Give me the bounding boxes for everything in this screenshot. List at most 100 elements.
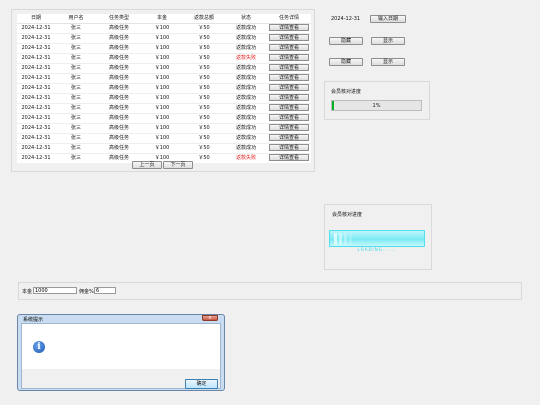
system-dialog: 系统提示 x i 确定 (17, 314, 225, 391)
view-details-button[interactable]: 详情查看 (269, 134, 309, 141)
table-cell: 返款成功 (225, 143, 267, 154)
table-cell: ￥100 (141, 43, 183, 54)
table-cell: ￥50 (183, 83, 225, 94)
table-cell: ￥50 (183, 123, 225, 134)
view-details-button[interactable]: 详情查看 (269, 34, 309, 41)
table-cell: ￥50 (183, 53, 225, 64)
view-details-button[interactable]: 详情查看 (269, 124, 309, 131)
column-header: 本金 (141, 14, 183, 24)
table-cell: 高级任务 (97, 113, 141, 124)
hide-button-2[interactable]: 隐藏 (329, 58, 363, 66)
table-cell: 返款成功 (225, 43, 267, 54)
table-cell: 2024-12-31 (17, 123, 55, 134)
info-icon: i (33, 341, 45, 353)
detail-cell: 详情查看 (267, 43, 311, 54)
detail-cell: 详情查看 (267, 93, 311, 104)
ok-button[interactable]: 确定 (185, 379, 218, 389)
table-cell: ￥100 (141, 23, 183, 34)
table-body: 2024-12-31 张三 高级任务 ￥100 ￥50 返款成功 详情查看 2024-12-3… (17, 23, 311, 163)
table-cell: 返款成功 (225, 73, 267, 84)
table-cell: 返款成功 (225, 113, 267, 124)
table-cell: 2024-12-31 (17, 53, 55, 64)
table-cell: ￥50 (183, 113, 225, 124)
rate-input[interactable] (94, 287, 116, 294)
detail-cell: 详情查看 (267, 153, 311, 163)
rate-label: 佣金% (79, 289, 94, 295)
table-row: 2024-12-31 张三 高级任务 ￥100 ￥50 返款成功 详情查看 (17, 33, 311, 44)
table-cell: ￥50 (183, 23, 225, 34)
table-cell: 返款成功 (225, 133, 267, 144)
table-cell: 张三 (55, 63, 97, 74)
table-cell: ￥100 (141, 93, 183, 104)
table-cell: 张三 (55, 83, 97, 94)
column-header: 任务详情 (267, 14, 311, 24)
view-details-button[interactable]: 详情查看 (269, 24, 309, 31)
table-row: 2024-12-31 张三 高级任务 ￥100 ￥50 返款成功 详情查看 (17, 83, 311, 94)
detail-cell: 详情查看 (267, 133, 311, 144)
calc-panel: 本金 佣金% (18, 282, 522, 300)
table-cell: ￥100 (141, 103, 183, 114)
input-date-button[interactable]: 输入日期 (370, 15, 406, 23)
column-header: 返款总额 (183, 14, 225, 24)
table-cell: 高级任务 (97, 73, 141, 84)
view-details-button[interactable]: 详情查看 (269, 74, 309, 81)
view-details-button[interactable]: 详情查看 (269, 154, 309, 161)
table-cell: ￥50 (183, 43, 225, 54)
table-cell: ￥100 (141, 63, 183, 74)
view-details-button[interactable]: 详情查看 (269, 104, 309, 111)
progress-bar: 1% (331, 100, 422, 111)
view-details-button[interactable]: 详情查看 (269, 94, 309, 101)
table-cell: 张三 (55, 103, 97, 114)
detail-cell: 详情查看 (267, 23, 311, 34)
table-cell: ￥50 (183, 33, 225, 44)
table-cell: 高级任务 (97, 133, 141, 144)
principal-input[interactable] (33, 287, 77, 294)
column-header: 用户名 (55, 14, 97, 24)
table-cell: 高级任务 (97, 43, 141, 54)
show-button-1[interactable]: 显示 (371, 37, 405, 45)
table-row: 2024-12-31 张三 高级任务 ￥100 ￥50 返款成功 详情查看 (17, 23, 311, 34)
progress-title: 会员核对进度 (331, 89, 362, 95)
table-row: 2024-12-31 张三 高级任务 ￥100 ￥50 返款成功 详情查看 (17, 103, 311, 114)
table-row: 2024-12-31 张三 高级任务 ￥100 ￥50 返款成功 详情查看 (17, 73, 311, 84)
column-header: 任务类型 (97, 14, 141, 24)
table-cell: 张三 (55, 113, 97, 124)
table-cell: 2024-12-31 (17, 93, 55, 104)
table-cell: 高级任务 (97, 103, 141, 114)
table-row: 2024-12-31 张三 高级任务 ￥100 ￥50 返款成功 详情查看 (17, 133, 311, 144)
view-details-button[interactable]: 详情查看 (269, 64, 309, 71)
table-cell: ￥100 (141, 53, 183, 64)
show-button-2[interactable]: 显示 (371, 58, 405, 66)
view-details-button[interactable]: 详情查看 (269, 144, 309, 151)
table-cell: 返款失败 (225, 53, 267, 64)
detail-cell: 详情查看 (267, 53, 311, 64)
detail-cell: 详情查看 (267, 103, 311, 114)
table-row: 2024-12-31 张三 高级任务 ￥100 ￥50 返款失败 详情查看 (17, 53, 311, 64)
view-details-button[interactable]: 详情查看 (269, 114, 309, 121)
table-cell: 2024-12-31 (17, 63, 55, 74)
table-cell: ￥50 (183, 93, 225, 104)
table-cell: 高级任务 (97, 53, 141, 64)
table-row: 2024-12-31 张三 高级任务 ￥100 ￥50 返款成功 详情查看 (17, 63, 311, 74)
principal-label: 本金 (22, 289, 33, 295)
hide-button-1[interactable]: 隐藏 (329, 37, 363, 45)
table-cell: 高级任务 (97, 123, 141, 134)
dialog-body: i 确定 (21, 323, 221, 389)
table-cell: ￥100 (141, 33, 183, 44)
table-cell: 张三 (55, 143, 97, 154)
table-cell: ￥50 (183, 63, 225, 74)
next-page-button[interactable]: 下一页 (163, 161, 193, 169)
table-cell: 返款成功 (225, 63, 267, 74)
close-icon[interactable]: x (202, 315, 218, 321)
table-cell: ￥100 (141, 113, 183, 124)
prev-page-button[interactable]: 上一页 (132, 161, 162, 169)
view-details-button[interactable]: 详情查看 (269, 44, 309, 51)
view-details-button[interactable]: 详情查看 (269, 54, 309, 61)
view-details-button[interactable]: 详情查看 (269, 84, 309, 91)
table-cell: 张三 (55, 23, 97, 34)
table-cell: ￥100 (141, 143, 183, 154)
table-cell: ￥100 (141, 73, 183, 84)
column-header: 日期 (17, 14, 55, 24)
detail-cell: 详情查看 (267, 123, 311, 134)
table-cell: ￥50 (183, 133, 225, 144)
